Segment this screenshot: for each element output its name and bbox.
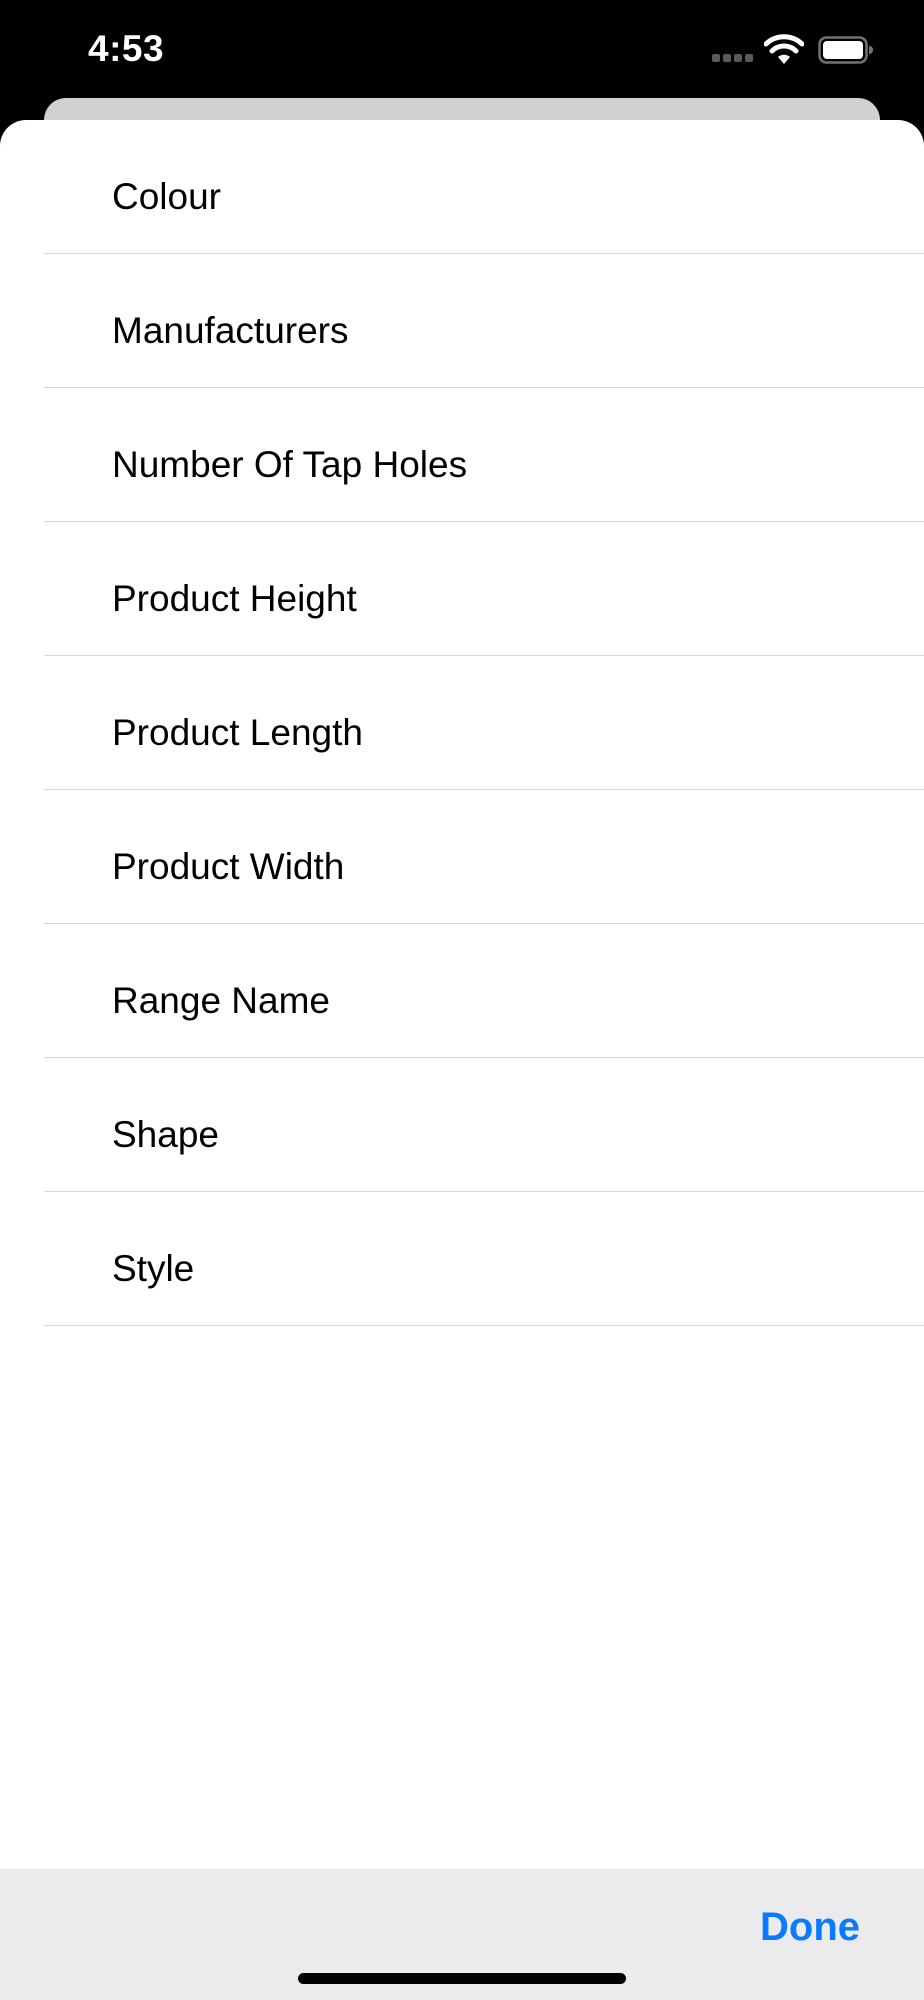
option-row-style[interactable]: Style xyxy=(0,1192,924,1326)
status-time: 4:53 xyxy=(88,28,165,69)
home-indicator[interactable] xyxy=(298,1973,626,1984)
option-label: Number Of Tap Holes xyxy=(112,444,468,485)
option-row-range-name[interactable]: Range Name xyxy=(0,924,924,1058)
options-sheet: Colour Manufacturers Number Of Tap Holes… xyxy=(0,120,924,2000)
option-label: Product Width xyxy=(112,846,345,887)
option-row-product-length[interactable]: Product Length xyxy=(0,656,924,790)
battery-icon xyxy=(818,36,873,64)
option-row-shape[interactable]: Shape xyxy=(0,1058,924,1192)
status-bar: 4:53 xyxy=(0,0,924,100)
option-label: Product Length xyxy=(112,712,363,753)
option-row-manufacturers[interactable]: Manufacturers xyxy=(0,254,924,388)
option-label: Range Name xyxy=(112,980,331,1021)
row-separator xyxy=(44,1325,924,1326)
option-row-colour[interactable]: Colour xyxy=(0,120,924,254)
option-row-product-height[interactable]: Product Height xyxy=(0,522,924,656)
option-label: Shape xyxy=(112,1114,219,1155)
screen: 4:53 Colour Manufacturers Number Of Tap … xyxy=(0,0,924,2000)
option-list: Colour Manufacturers Number Of Tap Holes… xyxy=(0,120,924,1326)
option-label: Colour xyxy=(112,176,221,217)
done-button[interactable]: Done xyxy=(760,1905,860,1950)
option-row-product-width[interactable]: Product Width xyxy=(0,790,924,924)
cellular-signal-icon xyxy=(712,54,754,62)
option-label: Style xyxy=(112,1248,195,1289)
wifi-icon xyxy=(764,34,804,64)
option-label: Product Height xyxy=(112,578,357,619)
option-row-number-of-tap-holes[interactable]: Number Of Tap Holes xyxy=(0,388,924,522)
option-label: Manufacturers xyxy=(112,310,349,351)
